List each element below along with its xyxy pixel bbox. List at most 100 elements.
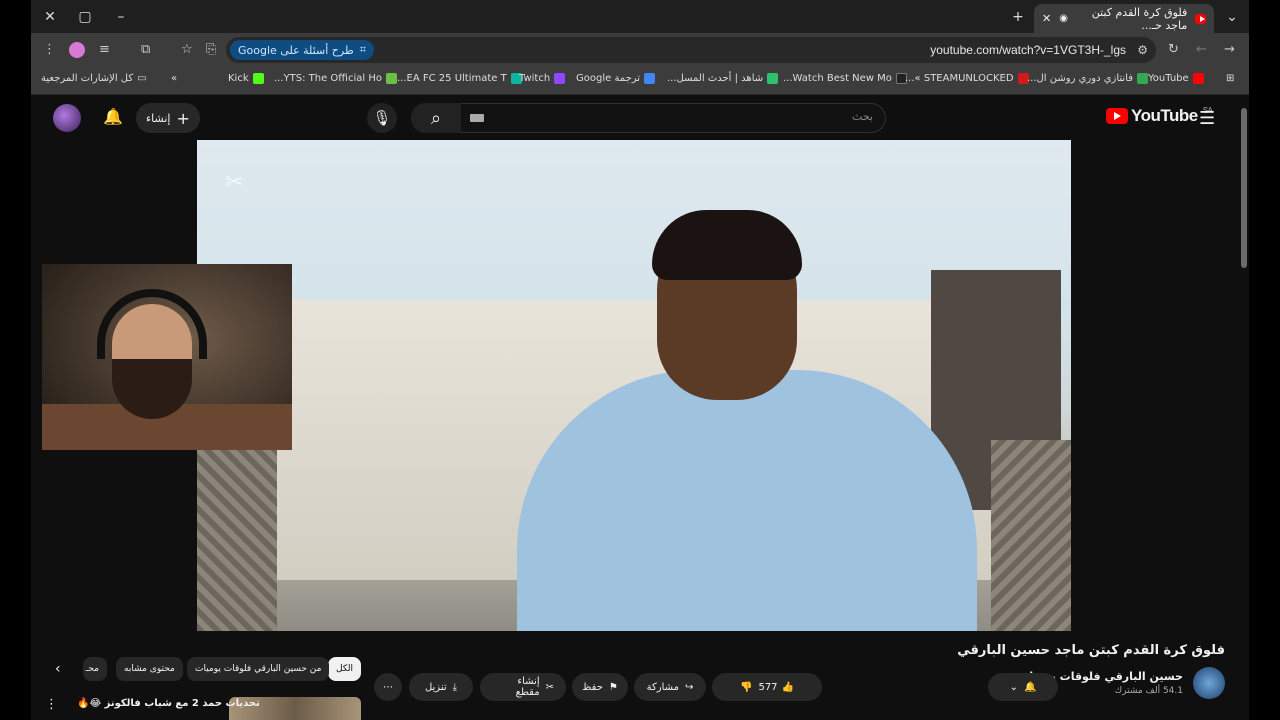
- like-button[interactable]: 👍 577: [758, 682, 794, 693]
- bookmark-label: فانتازي دوري روشن ال...: [1027, 73, 1134, 84]
- tab-youtube-video[interactable]: فلوق كرة القدم كبتن ماجد حـ... ◉ ✕: [1034, 4, 1214, 33]
- search-input[interactable]: بحث: [411, 103, 886, 133]
- media-control-icon[interactable]: ≡: [99, 42, 110, 57]
- video-player[interactable]: ✂: [197, 140, 1071, 631]
- bookmark-label: YTS: The Official Ho...: [274, 73, 382, 84]
- bookmarks-bar: ▭ كل الإشارات المرجعية » Kick YTS: The O…: [31, 67, 1249, 95]
- save-button[interactable]: ⚑ حفظ: [572, 673, 628, 701]
- chips-scroll-left-icon[interactable]: ‹: [55, 661, 61, 677]
- scrollbar-thumb[interactable]: [1241, 108, 1247, 268]
- watch-metadata: فلوق كرة القدم كبتن ماجد حسين البارقي حس…: [31, 631, 1249, 720]
- share-button[interactable]: ↪ مشاركة: [634, 673, 706, 701]
- person-hoodie: [517, 370, 977, 631]
- bookmark-watch-movies[interactable]: Watch Best New Mo...: [783, 73, 907, 84]
- youtube-header: 🔔 + إنشاء 🎙 بحث ⌕ YouTube SA ☰: [31, 96, 1249, 140]
- chip-all[interactable]: الكل: [328, 657, 362, 681]
- site-settings-icon[interactable]: ⚙: [1137, 43, 1148, 57]
- dislike-button[interactable]: 👎: [740, 682, 752, 693]
- profile-avatar[interactable]: [69, 42, 85, 58]
- address-bar[interactable]: ⌗ طرح أسئلة على Google youtube.com/watch…: [226, 37, 1156, 63]
- youtube-logo-text: YouTube: [1131, 106, 1198, 125]
- maximize-window-icon[interactable]: ▢: [74, 6, 96, 28]
- more-icon: ⋯: [383, 681, 393, 693]
- browser-window: ✕ ▢ – + فلوق كرة القدم كبتن ماجد حـ... ◉…: [31, 0, 1249, 720]
- bookmark-shahid[interactable]: شاهد | أحدث المسل...: [667, 73, 779, 84]
- menu-icon[interactable]: ⋮: [43, 42, 56, 57]
- video-title: فلوق كرة القدم كبتن ماجد حسين البارقي: [957, 643, 1225, 658]
- audio-icon[interactable]: ◉: [1059, 13, 1068, 24]
- like-dislike-group: 👍 577 👎: [712, 673, 822, 701]
- tab-strip: ✕ ▢ – + فلوق كرة القدم كبتن ماجد حـ... ◉…: [31, 0, 1249, 33]
- bookmark-yts[interactable]: YTS: The Official Ho...: [274, 73, 397, 84]
- youtube-favicon-icon: [1195, 13, 1206, 24]
- bookmark-steamunlocked[interactable]: STEAMUNLOCKED »...: [905, 73, 1029, 84]
- back-icon[interactable]: →: [1224, 42, 1235, 57]
- create-label: إنشاء: [146, 111, 171, 125]
- page-scrollbar[interactable]: [1239, 96, 1249, 720]
- all-bookmarks[interactable]: ▭ كل الإشارات المرجعية: [41, 73, 147, 84]
- thumbs-up-icon: 👍: [781, 681, 794, 693]
- tab-search-icon[interactable]: ⌄: [1221, 6, 1243, 28]
- video-frame-person: [517, 210, 977, 631]
- scissors-icon: ✂: [545, 681, 554, 693]
- bookmark-label: Watch Best New Mo...: [783, 73, 892, 84]
- bookmark-eafc[interactable]: EA FC 25 Ultimate T...: [397, 73, 522, 84]
- bookmark-star-icon[interactable]: ☆: [181, 42, 193, 57]
- url-text[interactable]: youtube.com/watch?v=1VGT3H-_lgs: [930, 43, 1126, 57]
- bell-icon: 🔔: [1023, 681, 1037, 693]
- chip-related[interactable]: محتوى مشابه: [116, 657, 183, 681]
- bookmark-label: YouTube: [1148, 73, 1189, 84]
- like-count: 577: [758, 681, 778, 693]
- clip-button[interactable]: ✂ إنشاء مقطع: [480, 673, 566, 701]
- tab-title: فلوق كرة القدم كبتن ماجد حـ...: [1091, 5, 1188, 32]
- save-label: حفظ: [582, 681, 603, 693]
- new-tab-icon[interactable]: +: [1007, 6, 1029, 28]
- close-tab-icon[interactable]: ✕: [1042, 12, 1051, 25]
- browser-toolbar: ⋮ ≡ ⧉ ☆ ⎘ ⌗ طرح أسئلة على Google youtube…: [31, 33, 1249, 67]
- chip-more[interactable]: محـ: [83, 657, 107, 681]
- notifications-bell-icon[interactable]: 🔔: [103, 107, 123, 126]
- extensions-icon[interactable]: ⧉: [141, 42, 150, 57]
- apps-grid-icon[interactable]: ⊞: [1226, 73, 1234, 84]
- reload-icon[interactable]: ↻: [1168, 42, 1179, 57]
- suggestion-menu-icon[interactable]: ⋮: [45, 697, 58, 712]
- capcut-watermark-icon: ✂: [225, 170, 244, 195]
- youtube-logo[interactable]: YouTube SA: [1106, 106, 1213, 126]
- ask-google-label: طرح أسئلة على Google: [238, 43, 354, 57]
- subscribed-button[interactable]: 🔔 ⌄: [988, 673, 1058, 701]
- forward-icon[interactable]: ←: [1196, 42, 1207, 57]
- bookmark-youtube[interactable]: YouTube: [1148, 73, 1204, 84]
- bookmark-kick[interactable]: Kick: [228, 73, 264, 84]
- folder-icon: ▭: [137, 73, 147, 84]
- minimize-window-icon[interactable]: –: [110, 6, 132, 28]
- ask-google-chip[interactable]: ⌗ طرح أسئلة على Google: [230, 40, 374, 60]
- share-icon: ↪: [684, 681, 694, 693]
- bookmark-twitch[interactable]: Twitch: [519, 73, 566, 84]
- create-button[interactable]: + إنشاء: [136, 103, 200, 133]
- install-app-icon[interactable]: ⎘: [206, 42, 216, 57]
- bookmark-label: Kick: [228, 73, 249, 84]
- clip-label: إنشاء مقطع: [515, 676, 540, 698]
- more-actions-button[interactable]: ⋯: [374, 673, 402, 701]
- user-avatar[interactable]: [53, 104, 81, 132]
- webcam-overlay: [42, 264, 292, 450]
- keyboard-icon[interactable]: [470, 114, 484, 122]
- bookmark-icon: ⚑: [608, 681, 618, 693]
- video-frame-chair-left: [197, 440, 277, 631]
- chip-from-channel[interactable]: من حسين البارقي فلوقات يوميات: [187, 657, 330, 681]
- bookmarks-overflow-icon[interactable]: »: [171, 73, 177, 84]
- bookmark-label: Twitch: [519, 73, 551, 84]
- download-label: تنزيل: [424, 681, 447, 693]
- download-button[interactable]: ⤓ تنزيل: [409, 673, 473, 701]
- voice-search-icon[interactable]: 🎙: [367, 103, 397, 133]
- close-window-icon[interactable]: ✕: [39, 6, 61, 28]
- search-button[interactable]: ⌕: [411, 103, 461, 133]
- bookmark-google-translate[interactable]: ترجمة Google: [576, 73, 656, 84]
- channel-avatar[interactable]: [1193, 667, 1225, 699]
- bookmark-fantasy-roshn[interactable]: فانتازي دوري روشن ال...: [1027, 73, 1149, 84]
- webcam-headphones: [97, 289, 207, 359]
- suggested-video-title[interactable]: تحديات حمد 2 مع شباب فالكونز 😂🔥: [77, 698, 260, 709]
- search-icon: ⌕: [430, 107, 442, 129]
- guide-menu-icon[interactable]: ☰: [1199, 108, 1215, 129]
- bookmark-label: STEAMUNLOCKED »...: [905, 73, 1014, 84]
